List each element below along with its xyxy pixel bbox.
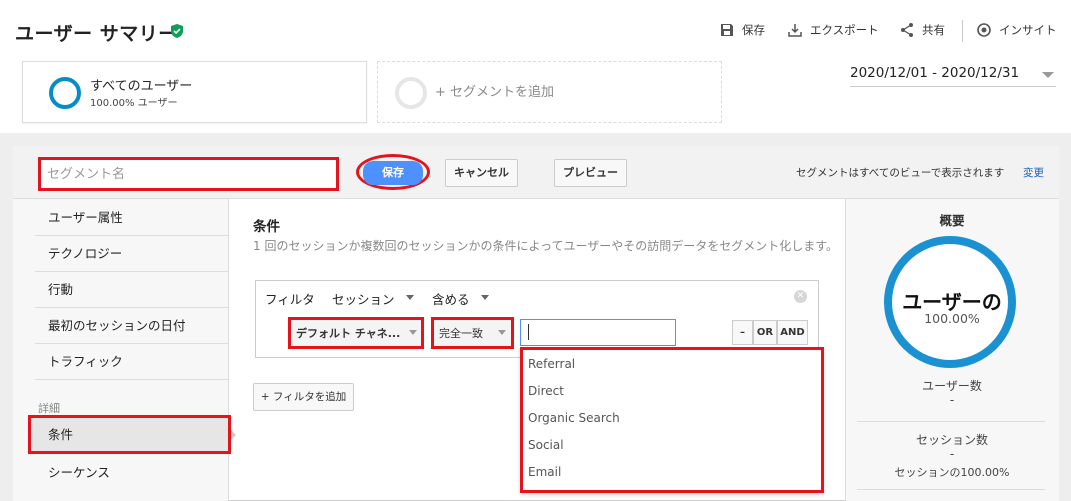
- date-range-picker[interactable]: 2020/12/01 - 2020/12/31: [850, 65, 1056, 87]
- sessions-percent: セッションの100.00%: [894, 466, 1010, 479]
- share-button[interactable]: 共有: [899, 22, 945, 38]
- change-visibility-link[interactable]: 変更: [1023, 165, 1044, 180]
- verified-shield-icon: [171, 24, 183, 38]
- remove-condition-button[interactable]: –: [732, 320, 753, 345]
- segment-card-all-users[interactable]: すべてのユーザー 100.00% ユーザー: [22, 61, 367, 123]
- dimension-caret-icon[interactable]: [409, 330, 417, 335]
- nav-item-traffic[interactable]: トラフィック: [35, 344, 229, 380]
- summary-title: 概要: [939, 213, 965, 228]
- nav-section-advanced: 詳細: [38, 402, 60, 415]
- page-title: ユーザー サマリー: [15, 23, 178, 45]
- match-type-label: 完全一致: [439, 327, 483, 340]
- filter-label: フィルタ: [265, 292, 315, 307]
- nav-item-conditions[interactable]: 条件: [28, 415, 231, 454]
- save-report-label: 保存: [742, 23, 765, 37]
- close-icon[interactable]: ✕: [794, 290, 807, 303]
- include-caret-icon[interactable]: [481, 295, 489, 300]
- match-caret-icon[interactable]: [498, 330, 506, 335]
- users-count-value: -: [949, 393, 955, 407]
- dimension-label: デフォルト チャネ...: [296, 327, 401, 340]
- or-button[interactable]: OR: [753, 320, 777, 345]
- dropdown-option-social[interactable]: Social: [528, 438, 564, 452]
- dropdown-option-email[interactable]: Email: [528, 465, 561, 479]
- add-segment-label: + セグメントを追加: [435, 85, 555, 100]
- dropdown-option-organic-search[interactable]: Organic Search: [528, 411, 620, 425]
- users-count-label: ユーザー数: [922, 379, 982, 393]
- sessions-count-value: -: [949, 447, 955, 461]
- cancel-button[interactable]: キャンセル: [445, 159, 518, 187]
- nav-item-demographics[interactable]: ユーザー属性: [35, 200, 229, 236]
- summary-ring-percent: 100.00%: [924, 311, 980, 326]
- insight-button[interactable]: インサイト: [976, 22, 1057, 38]
- sessions-count-label: セッション数: [915, 433, 988, 447]
- export-label: エクスポート: [810, 23, 879, 37]
- save-icon: [721, 24, 733, 36]
- summary-divider-2: [857, 489, 1045, 490]
- text-caret: [528, 324, 529, 340]
- nav-item-first-session-date[interactable]: 最初のセッションの日付: [35, 308, 229, 344]
- segment-name-field[interactable]: [41, 160, 336, 188]
- view-visibility-note: セグメントはすべてのビューで表示されます: [796, 167, 1005, 179]
- and-button[interactable]: AND: [777, 320, 808, 345]
- conditions-description: 1 回のセッションか複数回のセッションかの条件によってユーザーやその訪問データを…: [253, 239, 839, 253]
- summary-divider: [857, 421, 1045, 422]
- segment-name-input[interactable]: [38, 157, 339, 191]
- save-report-button[interactable]: 保存: [719, 22, 765, 38]
- add-segment-card[interactable]: + セグメントを追加: [377, 61, 722, 123]
- scope-caret-icon[interactable]: [406, 295, 414, 300]
- conditions-title: 条件: [253, 219, 280, 235]
- dropdown-option-referral[interactable]: Referral: [528, 357, 575, 371]
- nav-item-technology[interactable]: テクノロジー: [35, 236, 229, 272]
- insight-label: インサイト: [999, 23, 1057, 37]
- filter-scope-select[interactable]: セッション: [332, 289, 395, 308]
- segment-percent: 100.00% ユーザー: [90, 98, 178, 109]
- export-icon: [788, 24, 802, 37]
- nav-item-sequences[interactable]: シーケンス: [48, 462, 110, 481]
- segment-ring-icon: [49, 77, 81, 109]
- filter-value-input[interactable]: [520, 319, 676, 346]
- chevron-down-icon[interactable]: [1042, 72, 1054, 78]
- add-filter-button[interactable]: + フィルタを追加: [253, 383, 354, 411]
- segment-placeholder-ring-icon: [395, 77, 427, 109]
- preview-button[interactable]: プレビュー: [554, 159, 627, 187]
- active-arrow-icon: [231, 430, 236, 440]
- dropdown-option-direct[interactable]: Direct: [528, 384, 564, 398]
- export-button[interactable]: エクスポート: [787, 22, 879, 38]
- insight-icon: [977, 23, 991, 37]
- filter-include-select[interactable]: 含める: [432, 289, 470, 308]
- share-icon: [901, 23, 913, 37]
- filter-value-field[interactable]: [521, 320, 675, 345]
- save-button[interactable]: 保存: [363, 161, 423, 185]
- nav-item-behavior[interactable]: 行動: [35, 272, 229, 308]
- segment-name: すべてのユーザー: [90, 79, 193, 94]
- toolbar-divider: [962, 20, 963, 42]
- share-label: 共有: [922, 23, 945, 37]
